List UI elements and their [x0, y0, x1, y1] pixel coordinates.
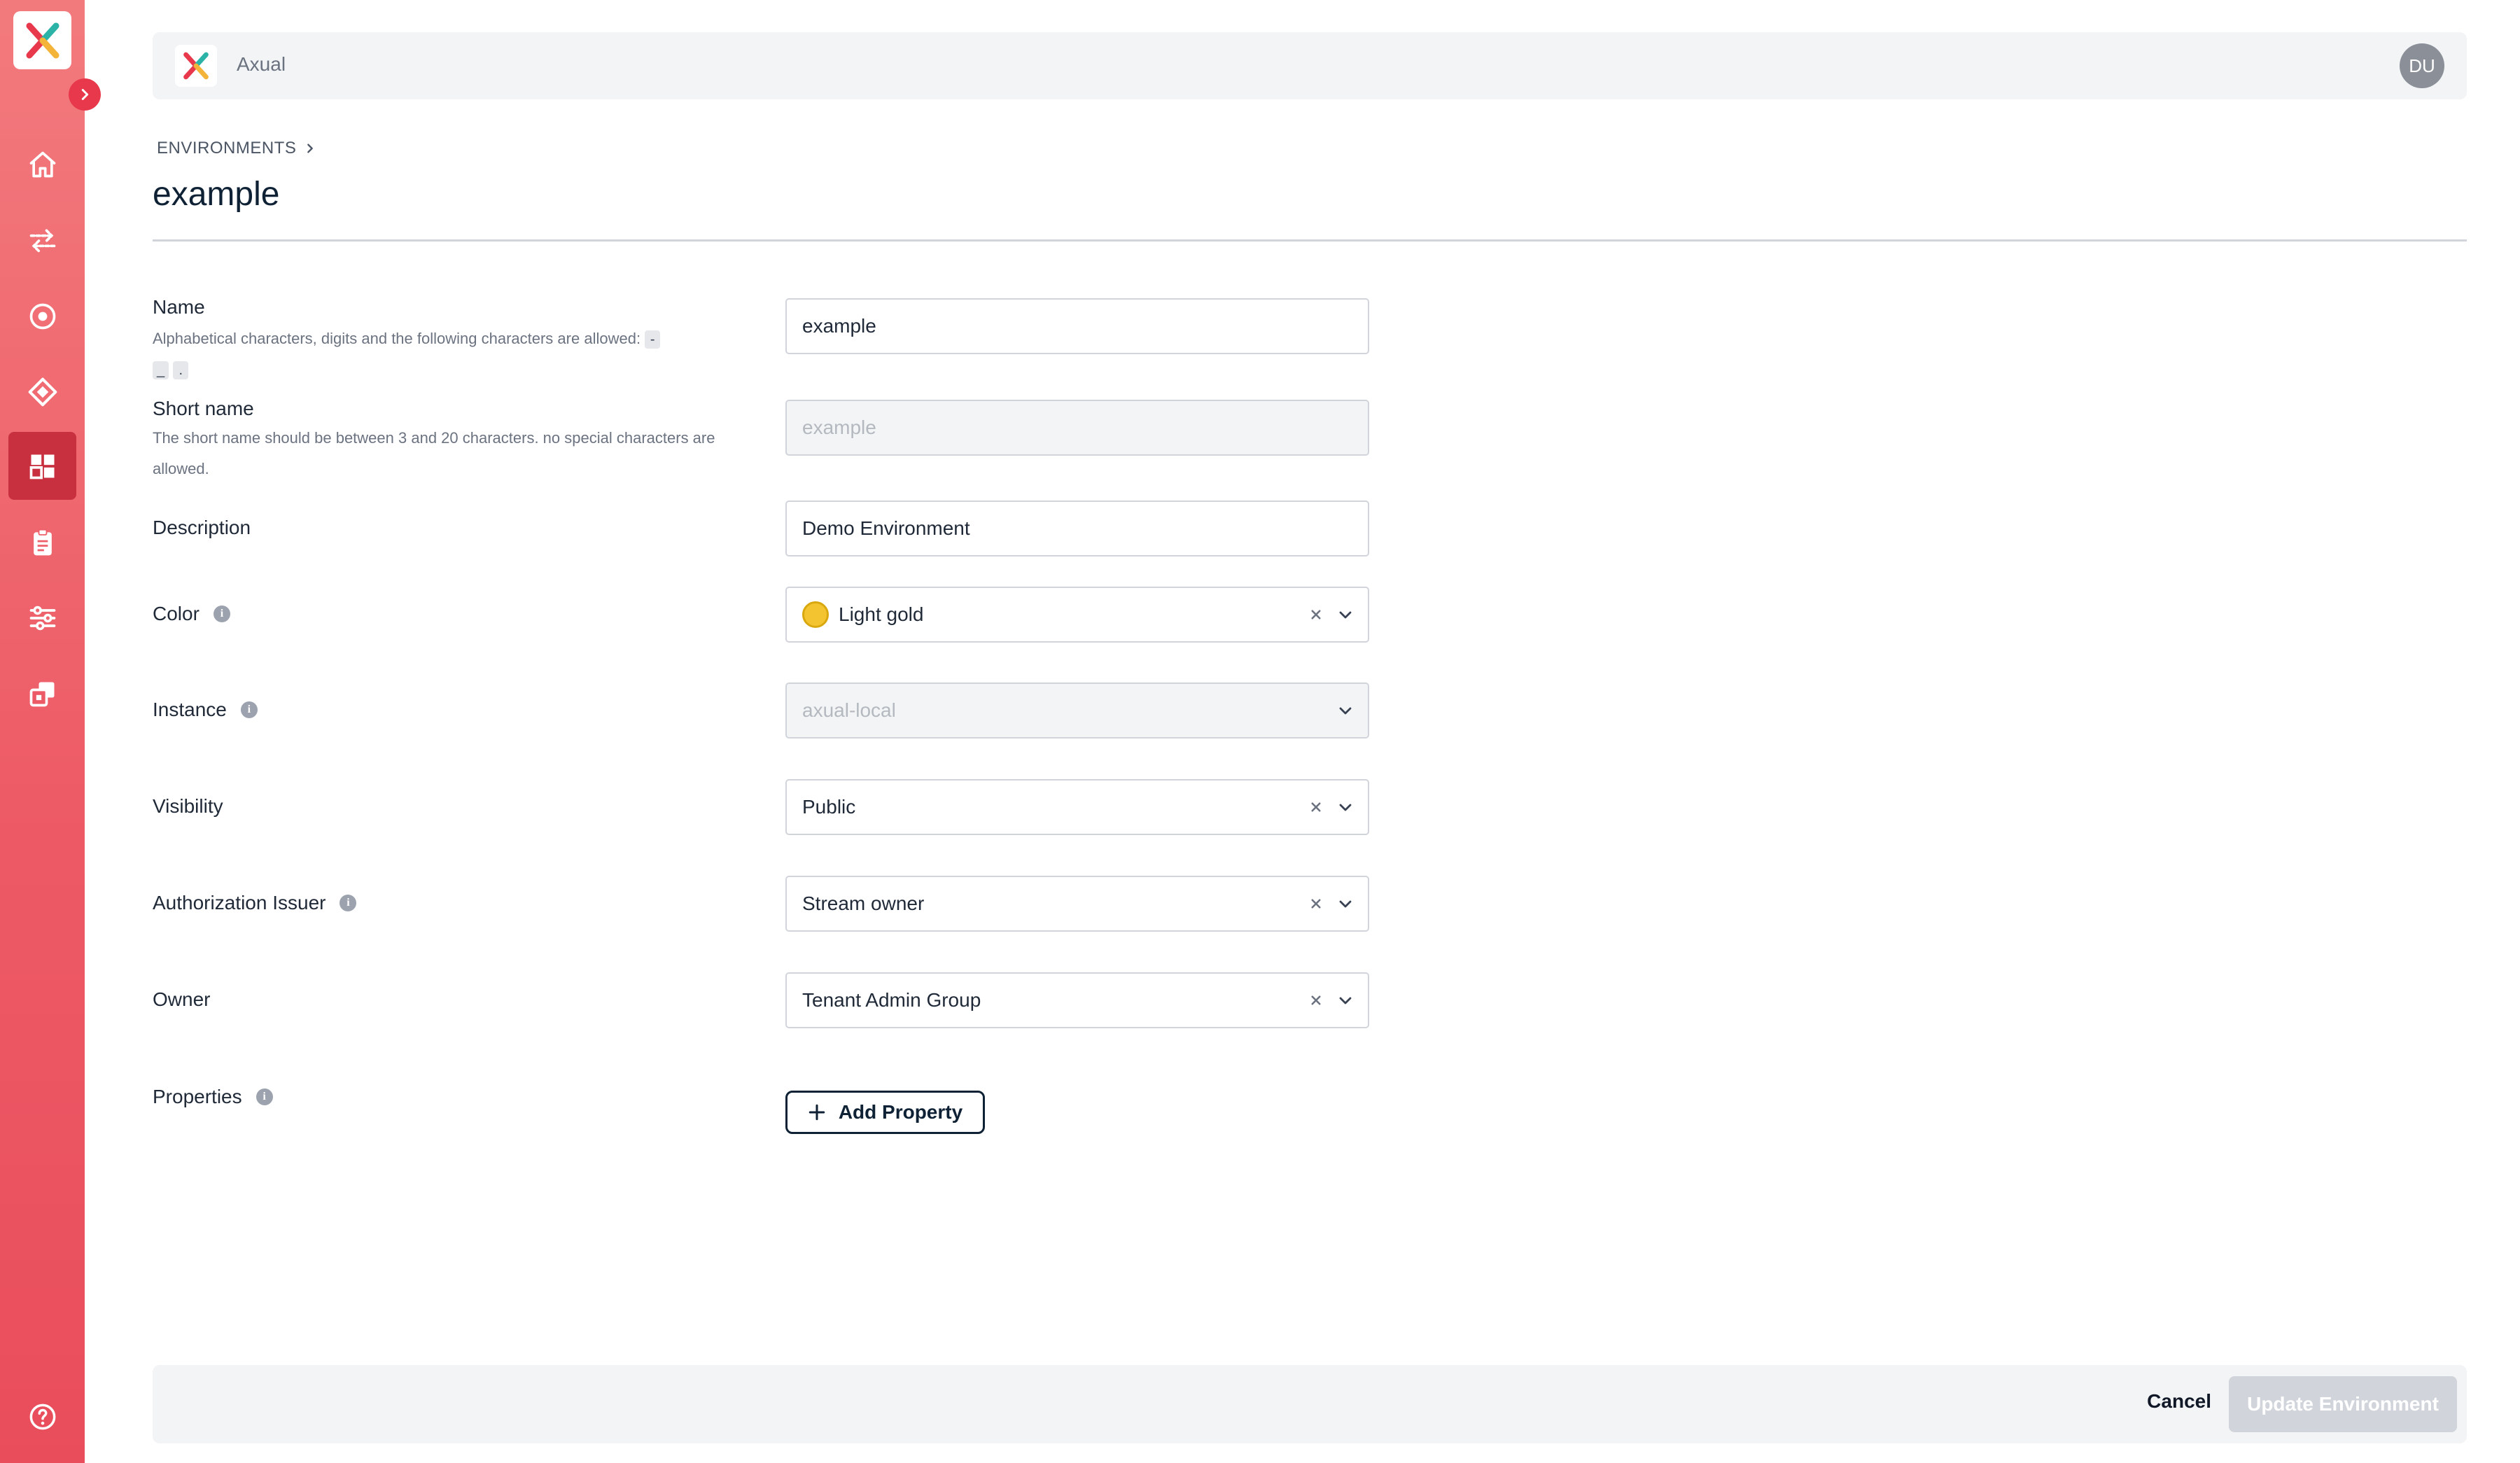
sidebar-item-streams[interactable]: [8, 206, 76, 274]
axual-logo-icon: [26, 22, 59, 58]
name-help: Alphabetical characters, digits and the …: [153, 323, 755, 385]
cancel-button[interactable]: Cancel: [2147, 1390, 2211, 1413]
visibility-select[interactable]: Public: [785, 779, 1369, 835]
description-input[interactable]: Demo Environment: [785, 500, 1369, 556]
chevron-right-icon: [81, 89, 89, 100]
name-input[interactable]: example: [785, 298, 1369, 354]
user-avatar[interactable]: DU: [2400, 43, 2444, 88]
update-environment-button[interactable]: Update Environment: [2229, 1376, 2457, 1432]
chevron-right-icon: [307, 144, 314, 153]
axual-logo-icon: [183, 52, 209, 80]
target-icon: [29, 303, 55, 329]
page-title: example: [153, 176, 280, 213]
help-button[interactable]: [8, 1382, 76, 1450]
description-label: Description: [153, 517, 251, 538]
clear-icon[interactable]: [1303, 794, 1329, 820]
name-label: Name: [153, 296, 205, 318]
authorization-issuer-label: Authorization Issuer i: [153, 892, 357, 914]
color-label: Color i: [153, 603, 230, 625]
color-select[interactable]: Light gold: [785, 587, 1369, 643]
chevron-down-icon[interactable]: [1331, 601, 1359, 629]
short-name-help: The short name should be between 3 and 2…: [153, 429, 715, 477]
copy-windows-icon: [29, 682, 54, 706]
allowed-char-chip: .: [173, 361, 189, 380]
short-name-label: Short name: [153, 398, 254, 419]
short-name-input: example: [785, 400, 1369, 456]
info-icon[interactable]: i: [213, 606, 230, 622]
plus-icon: [808, 1104, 825, 1121]
tenant-logo[interactable]: [175, 45, 217, 87]
axual-logo[interactable]: [13, 11, 71, 69]
chevron-down-icon[interactable]: [1331, 890, 1359, 918]
clear-icon[interactable]: [1303, 602, 1329, 627]
form-footer: Cancel Update Environment: [153, 1365, 2467, 1443]
breadcrumb: ENVIRONMENTS: [157, 139, 316, 158]
info-icon[interactable]: i: [255, 1088, 273, 1105]
clear-icon[interactable]: [1303, 891, 1329, 916]
add-property-button[interactable]: Add Property: [785, 1091, 985, 1134]
diamond-icon: [28, 377, 57, 406]
streams-arrows-icon: [29, 229, 55, 252]
title-divider: [153, 239, 2467, 241]
sidebar-item-schemas[interactable]: [8, 358, 76, 426]
chevron-down-icon[interactable]: [1331, 986, 1359, 1014]
owner-select[interactable]: Tenant Admin Group: [785, 972, 1369, 1028]
sidebar-item-environments[interactable]: [8, 432, 76, 500]
color-swatch: [802, 601, 829, 628]
sliders-icon: [29, 606, 55, 630]
sidebar: [0, 0, 85, 1463]
info-icon[interactable]: i: [340, 895, 357, 911]
chevron-down-icon: [1331, 696, 1359, 724]
help-circle-icon: [29, 1404, 55, 1429]
sidebar-item-home[interactable]: [8, 130, 76, 198]
sidebar-expand-button[interactable]: [69, 78, 101, 111]
clear-icon[interactable]: [1303, 988, 1329, 1013]
clipboard-icon: [33, 528, 52, 555]
sidebar-item-requests[interactable]: [8, 508, 76, 576]
chevron-down-icon[interactable]: [1331, 793, 1359, 821]
breadcrumb-environments[interactable]: ENVIRONMENTS: [157, 139, 296, 158]
info-icon[interactable]: i: [240, 701, 258, 718]
home-icon: [29, 151, 55, 177]
dashboard-grid-icon: [29, 454, 54, 479]
instance-label: Instance i: [153, 699, 258, 721]
visibility-label: Visibility: [153, 795, 223, 817]
authorization-issuer-select[interactable]: Stream owner: [785, 876, 1369, 932]
tenant-name: Axual: [237, 53, 286, 75]
instance-select: axual-local: [785, 682, 1369, 738]
allowed-char-chip: _: [153, 361, 169, 380]
sidebar-item-applications[interactable]: [8, 282, 76, 350]
properties-label: Properties i: [153, 1086, 273, 1108]
allowed-char-chip: -: [645, 330, 661, 349]
top-bar: Axual DU: [153, 32, 2467, 99]
owner-label: Owner: [153, 988, 211, 1010]
sidebar-item-settings[interactable]: [8, 584, 76, 652]
sidebar-item-instances[interactable]: [8, 659, 76, 727]
